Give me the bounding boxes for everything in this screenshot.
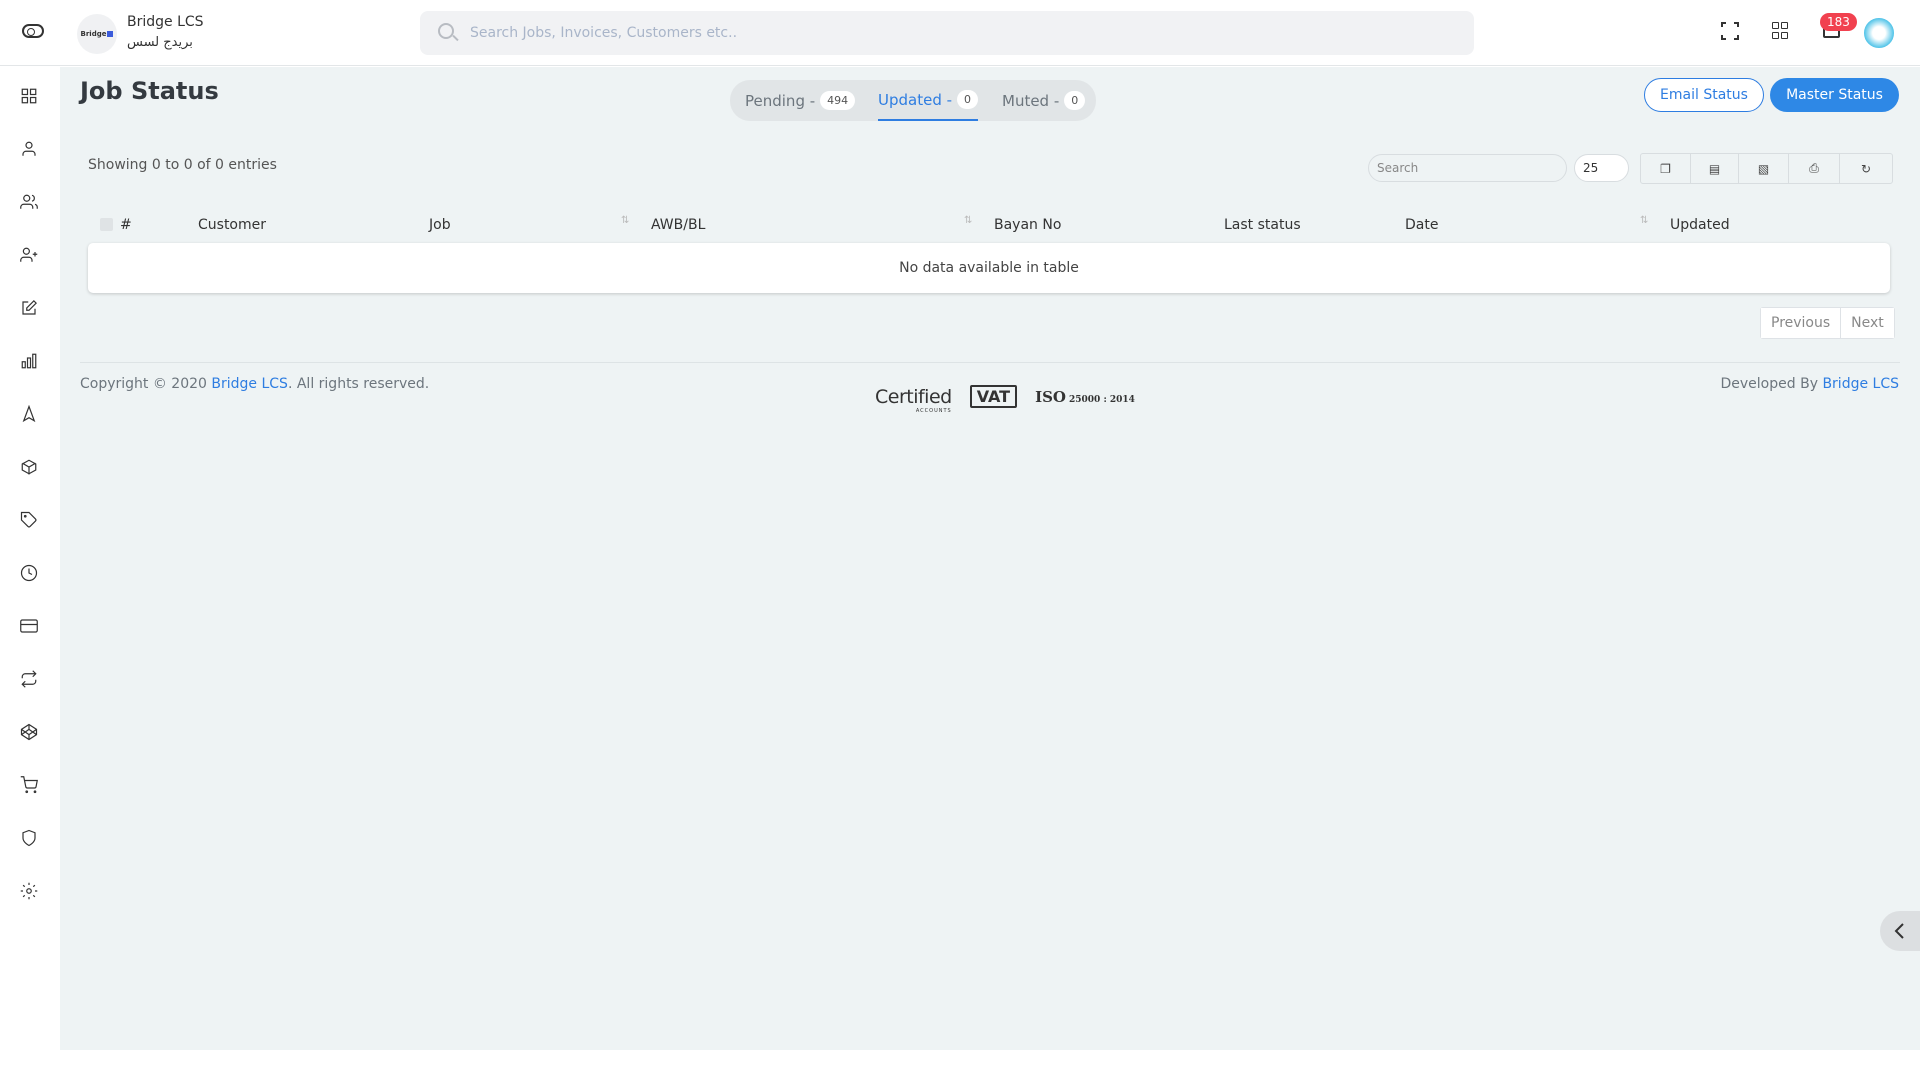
dashboard-grid-icon[interactable] — [19, 86, 39, 106]
credit-card-icon[interactable] — [19, 616, 39, 636]
developed-by: Developed By Bridge LCS — [1721, 376, 1900, 392]
menu-toggle-icon[interactable] — [22, 24, 44, 38]
brand-logo[interactable]: Bridge — [77, 14, 117, 54]
copyright-suffix: . All rights reserved. — [287, 376, 430, 392]
sort-icon[interactable]: ⇅ — [964, 215, 972, 226]
shield-icon[interactable] — [19, 828, 39, 848]
copyright-link[interactable]: Bridge LCS — [211, 376, 288, 392]
developed-prefix: Developed By — [1720, 376, 1823, 392]
column-header-awb-bl[interactable]: AWB/BL — [651, 217, 705, 233]
repeat-icon[interactable] — [19, 669, 39, 689]
bar-chart-icon[interactable] — [19, 351, 39, 371]
notification-badge: 183 — [1820, 13, 1857, 31]
previous-page-button[interactable]: Previous — [1761, 308, 1842, 338]
table-header: # Customer Job ⇅ AWB/BL ⇅ Bayan No Last … — [88, 210, 1890, 240]
master-status-button[interactable]: Master Status — [1770, 78, 1899, 112]
table-info: Showing 0 to 0 of 0 entries — [88, 157, 277, 173]
footer-divider — [80, 362, 1900, 363]
iso-logo: ISO 25000 : 2014 — [1035, 388, 1135, 406]
apps-grid-icon[interactable] — [1772, 22, 1790, 40]
tab-muted[interactable]: Muted - 0 — [1002, 80, 1086, 121]
package-icon[interactable] — [19, 457, 39, 477]
brand-name-arabic: بريدج لسس — [127, 35, 193, 50]
user-icon[interactable] — [19, 139, 39, 159]
iso-standard: 25000 : 2014 — [1069, 394, 1135, 405]
status-tabs: Pending - 494 Updated - 0 Muted - 0 — [730, 80, 1096, 121]
select-all-checkbox[interactable] — [100, 218, 113, 231]
column-header-index[interactable]: # — [120, 217, 132, 233]
edit-icon[interactable] — [19, 298, 39, 318]
fullscreen-icon[interactable] — [1721, 22, 1739, 40]
empty-table-message: No data available in table — [899, 260, 1079, 276]
pagination: Previous Next — [1760, 307, 1895, 339]
settings-icon[interactable] — [19, 881, 39, 901]
column-header-job[interactable]: Job — [429, 217, 451, 233]
certified-accounts-logo: Certified ACCOUNTS — [875, 385, 952, 414]
developer-link[interactable]: Bridge LCS — [1822, 376, 1899, 392]
csv-icon[interactable]: ▤ — [1691, 154, 1739, 183]
sort-icon[interactable]: ⇅ — [1640, 215, 1648, 226]
users-icon[interactable] — [19, 192, 39, 212]
print-icon[interactable]: ⎙ — [1789, 154, 1840, 183]
codepen-icon[interactable] — [19, 722, 39, 742]
sort-icon[interactable]: ⇅ — [621, 215, 629, 226]
column-header-updated[interactable]: Updated — [1670, 217, 1730, 233]
tab-count: 494 — [820, 91, 856, 110]
user-avatar[interactable] — [1863, 17, 1895, 49]
chevron-left-icon — [1894, 923, 1904, 939]
copy-icon[interactable]: ❐ — [1641, 154, 1691, 183]
email-status-button[interactable]: Email Status — [1644, 78, 1764, 112]
next-page-button[interactable]: Next — [1841, 308, 1894, 338]
search-icon — [438, 23, 454, 39]
column-header-date[interactable]: Date — [1405, 217, 1438, 233]
tab-updated[interactable]: Updated - 0 — [878, 80, 979, 121]
shopping-cart-icon[interactable] — [19, 775, 39, 795]
refresh-icon[interactable]: ↻ — [1840, 154, 1892, 183]
global-search — [420, 11, 1474, 55]
tab-pending[interactable]: Pending - 494 — [745, 80, 856, 121]
certified-text: Certified — [875, 385, 952, 408]
clock-icon[interactable] — [19, 563, 39, 583]
top-header: Bridge Bridge LCS بريدج لسس 183 — [0, 0, 1920, 66]
certification-badges: Certified ACCOUNTS VAT ISO 25000 : 2014 — [875, 385, 1135, 414]
navigation-icon[interactable] — [19, 404, 39, 424]
sidebar — [0, 66, 60, 1080]
excel-icon[interactable]: ▧ — [1739, 154, 1789, 183]
tab-label: Pending - — [745, 91, 816, 110]
tab-label: Muted - — [1002, 91, 1060, 110]
certified-subtext: ACCOUNTS — [915, 407, 952, 414]
main-content: Job Status Pending - 494 Updated - 0 Mut… — [60, 67, 1920, 1050]
copyright: Copyright © 2020 Bridge LCS. All rights … — [80, 376, 429, 392]
tab-label: Updated - — [878, 90, 953, 109]
page-length-select[interactable] — [1574, 154, 1629, 182]
export-buttons: ❐ ▤ ▧ ⎙ ↻ — [1640, 153, 1893, 184]
table-body: No data available in table — [88, 243, 1890, 293]
brand-name: Bridge LCS — [127, 14, 204, 30]
iso-text: ISO — [1035, 387, 1066, 406]
user-plus-icon[interactable] — [19, 245, 39, 265]
logo-text: Bridge — [80, 30, 107, 38]
tab-count: 0 — [957, 90, 979, 109]
column-header-last-status[interactable]: Last status — [1224, 217, 1301, 233]
column-header-customer[interactable]: Customer — [198, 217, 266, 233]
vat-logo: VAT — [969, 385, 1018, 408]
tab-count: 0 — [1064, 91, 1086, 110]
copyright-prefix: Copyright © 2020 — [80, 376, 212, 392]
global-search-input[interactable] — [470, 11, 1450, 55]
column-header-bayan-no[interactable]: Bayan No — [994, 217, 1061, 233]
customizer-toggle[interactable] — [1880, 911, 1920, 951]
tag-icon[interactable] — [19, 510, 39, 530]
page-title: Job Status — [80, 77, 219, 105]
table-search-input[interactable] — [1368, 154, 1567, 182]
